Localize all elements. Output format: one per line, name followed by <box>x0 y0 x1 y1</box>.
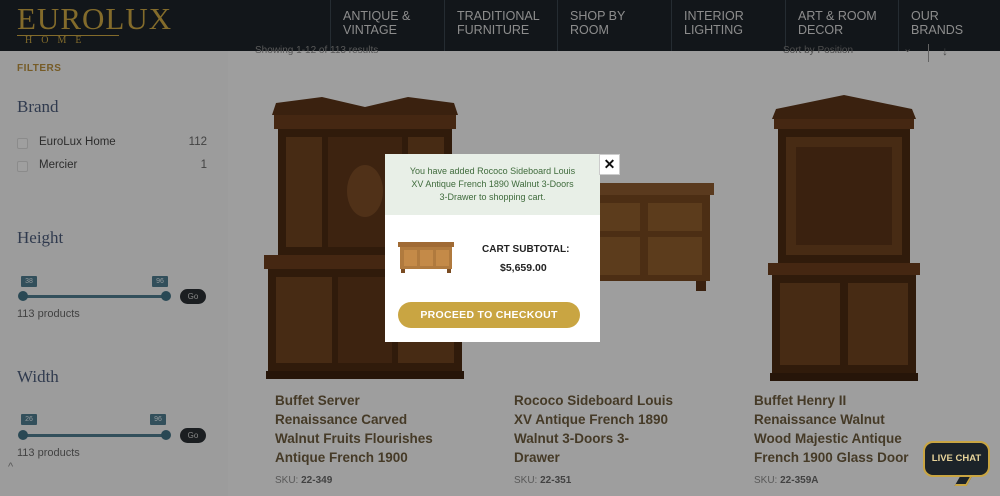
cart-subtotal-label: CART SUBTOTAL: <box>482 244 570 255</box>
success-message: You have added Rococo Sideboard Louis XV… <box>385 154 600 215</box>
close-icon[interactable]: ✕ <box>599 154 620 175</box>
added-to-cart-modal: You have added Rococo Sideboard Louis XV… <box>385 154 600 342</box>
message-line: You have added Rococo Sideboard Louis <box>409 166 576 176</box>
cart-item-thumbnail <box>398 242 454 273</box>
message-line: XV Antique French 1890 Walnut 3-Doors <box>411 179 574 189</box>
message-line: 3-Drawer to shopping cart. <box>439 192 546 202</box>
cart-subtotal-value: $5,659.00 <box>500 262 547 274</box>
live-chat-button[interactable]: LIVE CHAT <box>923 441 990 477</box>
proceed-to-checkout-button[interactable]: PROCEED TO CHECKOUT <box>398 302 580 328</box>
